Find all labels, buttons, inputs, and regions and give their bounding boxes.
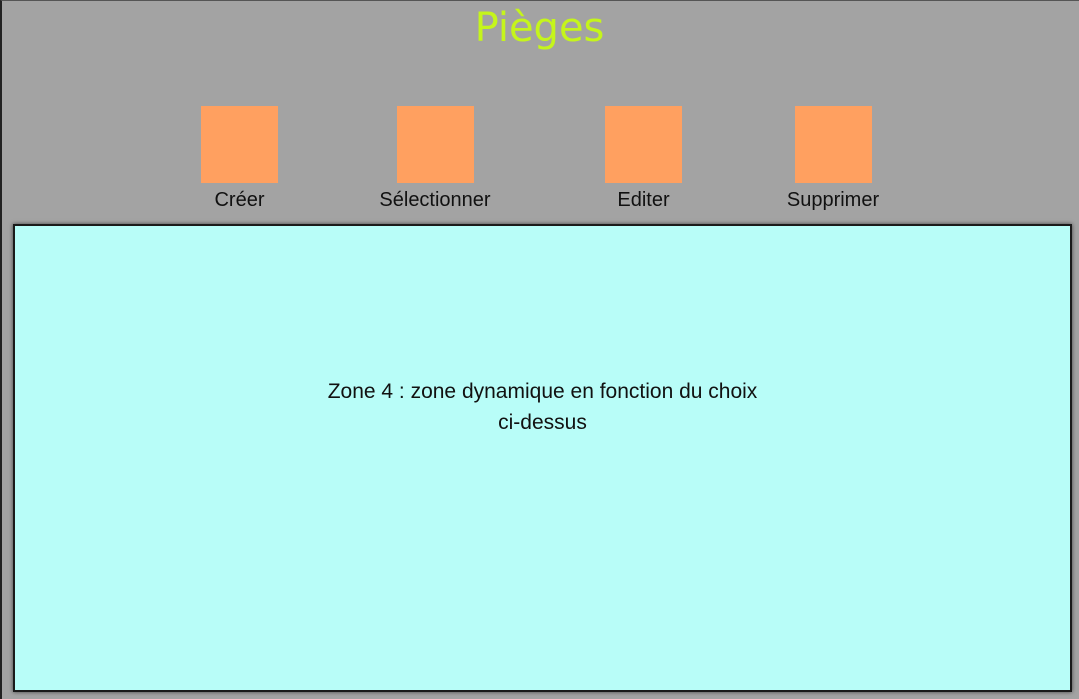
select-label: Sélectionner <box>379 189 491 211</box>
edit-button[interactable]: Editer <box>605 106 682 212</box>
edit-label: Editer <box>617 189 670 211</box>
edit-icon[interactable] <box>605 106 682 183</box>
dynamic-zone: Zone 4 : zone dynamique en fonction du c… <box>13 224 1072 692</box>
create-icon[interactable] <box>201 106 278 183</box>
delete-button[interactable]: Supprimer <box>778 106 888 212</box>
delete-label: Supprimer <box>786 189 880 211</box>
create-label: Créer <box>214 189 265 211</box>
zone-description-line-2: ci-dessus <box>498 411 587 434</box>
zone-description-line-1: Zone 4 : zone dynamique en fonction du c… <box>327 380 758 403</box>
zone-description: Zone 4 : zone dynamique en fonction du c… <box>15 376 1070 438</box>
delete-icon[interactable] <box>794 106 872 183</box>
select-icon[interactable] <box>396 106 474 183</box>
create-button[interactable]: Créer <box>201 106 278 212</box>
page-title: Pièges <box>474 5 605 51</box>
select-button[interactable]: Sélectionner <box>370 106 500 212</box>
